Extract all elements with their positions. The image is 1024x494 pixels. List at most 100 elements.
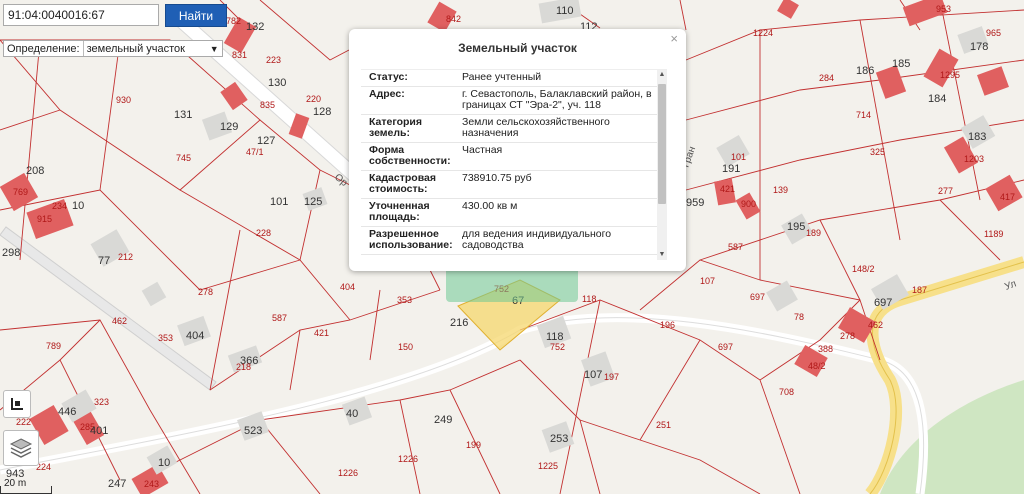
- plot-number: 697: [718, 342, 733, 352]
- info-label: Статус:: [369, 71, 408, 83]
- plot-number: 184: [928, 93, 946, 105]
- parcel-info-popup: × Земельный участок Статус: Ранее учтенн…: [349, 29, 686, 271]
- plot-number: 208: [26, 165, 44, 177]
- plot-number: 187: [912, 285, 927, 295]
- plot-number: 118: [582, 294, 596, 304]
- popup-scrollbar[interactable]: ▲ ▼: [657, 70, 667, 260]
- plot-number: 47/1: [246, 147, 264, 157]
- plot-number: 191: [722, 163, 740, 175]
- search-button[interactable]: Найти: [165, 4, 227, 27]
- plot-number: 587: [272, 313, 287, 323]
- scroll-down-icon[interactable]: ▼: [658, 251, 666, 259]
- info-value: Частная: [462, 144, 503, 156]
- definition-select[interactable]: земельный участок ▼: [82, 41, 222, 56]
- rectangle-select-icon: [11, 398, 23, 410]
- info-row-address: Адрес: г. Севастополь, Балаклавский райо…: [361, 87, 667, 115]
- plot-number: 220: [306, 94, 321, 104]
- plot-number: 404: [340, 282, 355, 292]
- plot-number: 101: [270, 196, 288, 208]
- plot-number: 199: [466, 440, 481, 450]
- plot-number: 216: [450, 317, 468, 329]
- plot-number: 178: [970, 41, 988, 53]
- plot-number: 1226: [338, 468, 358, 478]
- plot-number: 186: [856, 65, 874, 77]
- plot-number: 388: [818, 344, 833, 354]
- plot-number: 189: [806, 228, 821, 238]
- plot-number: 769: [13, 187, 28, 197]
- plot-number: 353: [397, 295, 412, 305]
- plot-number: 197: [604, 372, 619, 382]
- plot-number: 234: [52, 201, 67, 211]
- plot-number: 446: [58, 406, 76, 418]
- layers-button[interactable]: [3, 430, 39, 466]
- plot-number: 128: [313, 106, 331, 118]
- plot-number: 150: [398, 342, 413, 352]
- plot-number: 835: [260, 100, 275, 110]
- plot-number: 1203: [964, 154, 984, 164]
- rectangle-select-button[interactable]: [3, 390, 31, 418]
- plot-number: 247: [108, 478, 126, 490]
- info-label: Категория земель:: [369, 116, 423, 139]
- plot-number: 10: [158, 457, 170, 469]
- plot-number: 131: [174, 109, 192, 121]
- plot-number: 1224: [753, 28, 773, 38]
- plot-number: 78: [794, 312, 804, 322]
- plot-number: 196: [660, 320, 675, 330]
- plot-number: 325: [870, 147, 885, 157]
- plot-number: 110: [556, 5, 574, 17]
- plot-number: 587: [728, 242, 743, 252]
- plot-number: 353: [158, 333, 173, 343]
- popup-title: Земельный участок: [458, 41, 577, 55]
- plot-number: 745: [176, 153, 191, 163]
- definition-selected-value: земельный участок: [86, 42, 185, 55]
- plot-number: 782: [226, 16, 241, 26]
- plot-number: 1226: [398, 454, 418, 464]
- info-label: Кадастровая стоимость:: [369, 172, 436, 195]
- info-value: Земли сельскохозяйственного назначения: [462, 116, 610, 139]
- plot-number: 129: [220, 121, 238, 133]
- info-label: Форма собственности:: [369, 144, 451, 167]
- scroll-up-icon[interactable]: ▲: [658, 71, 666, 79]
- plot-number: 462: [868, 320, 883, 330]
- plot-number: 277: [938, 186, 953, 196]
- info-value: для ведения индивидуального садоводства: [462, 228, 612, 251]
- plot-number: 900: [741, 199, 756, 209]
- plot-number: 401: [90, 425, 108, 437]
- plot-number: 752: [550, 342, 565, 352]
- plot-number: 101: [731, 152, 746, 162]
- info-row-permitted-use: Разрешенное использование: для ведения и…: [361, 227, 667, 255]
- info-label: Адрес:: [369, 88, 405, 100]
- cadastral-search-input[interactable]: [3, 4, 159, 26]
- plot-number: 127: [257, 135, 275, 147]
- scrollbar-thumb[interactable]: [658, 84, 666, 204]
- info-value: 738910.75 руб: [462, 172, 532, 184]
- plot-number: 930: [116, 95, 131, 105]
- plot-number: 953: [936, 4, 951, 14]
- scale-label: 20 m: [4, 478, 27, 489]
- plot-number: 107: [584, 369, 602, 381]
- info-row-category: Категория земель: Земли сельскохозяйстве…: [361, 115, 667, 143]
- plot-number: 298: [2, 247, 20, 259]
- plot-number: 831: [232, 50, 247, 60]
- plot-number: 278: [840, 331, 855, 341]
- info-row-ownership: Форма собственности: Частная: [361, 143, 667, 171]
- info-value: 430.00 кв м: [462, 200, 518, 212]
- info-label: Разрешенное использование:: [369, 228, 453, 251]
- popup-info-table[interactable]: Статус: Ранее учтенный Адрес: г. Севасто…: [361, 69, 667, 260]
- info-value: Ранее учтенный: [462, 71, 542, 83]
- plot-number: 222: [16, 417, 31, 427]
- plot-number: 965: [986, 28, 1001, 38]
- plot-number: 404: [186, 330, 204, 342]
- plot-number: 212: [118, 252, 133, 262]
- info-value: г. Севастополь, Балаклавский район, в гр…: [462, 88, 652, 111]
- plot-number: 139: [773, 185, 788, 195]
- plot-number: 185: [892, 58, 910, 70]
- chevron-down-icon: ▼: [209, 43, 219, 54]
- plot-number: 132: [246, 21, 264, 33]
- plot-number: 218: [236, 362, 251, 372]
- plot-number: 278: [198, 287, 213, 297]
- plot-number: 48/2: [808, 361, 826, 371]
- plot-number: 10: [72, 200, 84, 212]
- plot-number: 842: [446, 14, 461, 24]
- plot-number: 251: [656, 420, 671, 430]
